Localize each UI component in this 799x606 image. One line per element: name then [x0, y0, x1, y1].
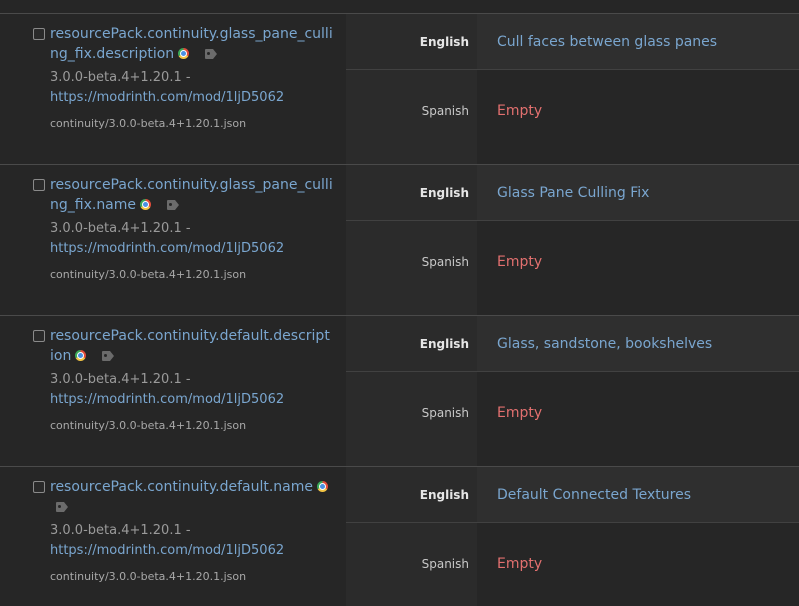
language-divider — [346, 69, 799, 70]
language-divider — [346, 522, 799, 523]
english-value[interactable]: Glass Pane Culling Fix — [497, 184, 649, 202]
mod-url-link[interactable]: https://modrinth.com/mod/1ljD5062 — [50, 541, 284, 561]
translation-row: resourcePack.continuity.glass_pane_culli… — [0, 165, 799, 316]
translation-row: resourcePack.continuity.glass_pane_culli… — [0, 14, 799, 165]
source-file: continuity/3.0.0-beta.4+1.20.1.json — [50, 570, 247, 583]
mod-url-link[interactable]: https://modrinth.com/mod/1ljD5062 — [50, 390, 284, 410]
spanish-value[interactable]: Empty — [497, 253, 542, 271]
translation-key[interactable]: resourcePack.continuity.default.name — [50, 477, 333, 517]
chrome-icon[interactable] — [75, 350, 87, 361]
row-select-checkbox[interactable] — [33, 481, 45, 493]
mod-url-link[interactable]: https://modrinth.com/mod/1ljD5062 — [50, 239, 284, 259]
mod-version: 3.0.0-beta.4+1.20.1 - — [50, 221, 191, 236]
language-label-english: English — [419, 186, 469, 200]
spanish-value[interactable]: Empty — [497, 404, 542, 422]
language-label-english: English — [419, 488, 469, 502]
tag-icon[interactable] — [102, 351, 115, 361]
mod-version: 3.0.0-beta.4+1.20.1 - — [50, 523, 191, 538]
translation-key-text[interactable]: resourcePack.continuity.glass_pane_culli… — [50, 26, 333, 62]
source-file: continuity/3.0.0-beta.4+1.20.1.json — [50, 268, 247, 281]
mod-version: 3.0.0-beta.4+1.20.1 - — [50, 372, 191, 387]
mod-version: 3.0.0-beta.4+1.20.1 - — [50, 70, 191, 85]
tag-icon[interactable] — [167, 200, 180, 210]
english-value[interactable]: Default Connected Textures — [497, 486, 691, 504]
translation-key-text[interactable]: resourcePack.continuity.glass_pane_culli… — [50, 177, 333, 213]
tag-icon[interactable] — [205, 49, 218, 59]
english-value[interactable]: Cull faces between glass panes — [497, 33, 717, 51]
translation-key[interactable]: resourcePack.continuity.glass_pane_culli… — [50, 175, 333, 215]
row-select-checkbox[interactable] — [33, 28, 45, 40]
language-label-english: English — [419, 337, 469, 351]
translation-row: resourcePack.continuity.default.name 3.0… — [0, 467, 799, 606]
language-label-spanish: Spanish — [421, 104, 469, 118]
language-label-spanish: Spanish — [421, 406, 469, 420]
language-divider — [346, 220, 799, 221]
translation-key[interactable]: resourcePack.continuity.glass_pane_culli… — [50, 24, 333, 64]
spanish-value[interactable]: Empty — [497, 555, 542, 573]
language-label-spanish: Spanish — [421, 557, 469, 571]
row-select-checkbox[interactable] — [33, 330, 45, 342]
translation-key-text[interactable]: resourcePack.continuity.default.descript… — [50, 328, 330, 364]
language-label-english: English — [419, 35, 469, 49]
chrome-icon[interactable] — [317, 481, 328, 492]
translation-row: resourcePack.continuity.default.descript… — [0, 316, 799, 467]
source-file: continuity/3.0.0-beta.4+1.20.1.json — [50, 419, 247, 432]
source-file: continuity/3.0.0-beta.4+1.20.1.json — [50, 117, 247, 130]
translation-key[interactable]: resourcePack.continuity.default.descript… — [50, 326, 333, 366]
mod-url-link[interactable]: https://modrinth.com/mod/1ljD5062 — [50, 88, 284, 108]
language-divider — [346, 371, 799, 372]
chrome-icon[interactable] — [140, 199, 152, 210]
row-select-checkbox[interactable] — [33, 179, 45, 191]
tag-icon[interactable] — [56, 502, 68, 512]
translation-key-text[interactable]: resourcePack.continuity.default.name — [50, 479, 313, 495]
spanish-value[interactable]: Empty — [497, 102, 542, 120]
english-value[interactable]: Glass, sandstone, bookshelves — [497, 335, 712, 353]
chrome-icon[interactable] — [178, 48, 190, 59]
language-label-spanish: Spanish — [421, 255, 469, 269]
